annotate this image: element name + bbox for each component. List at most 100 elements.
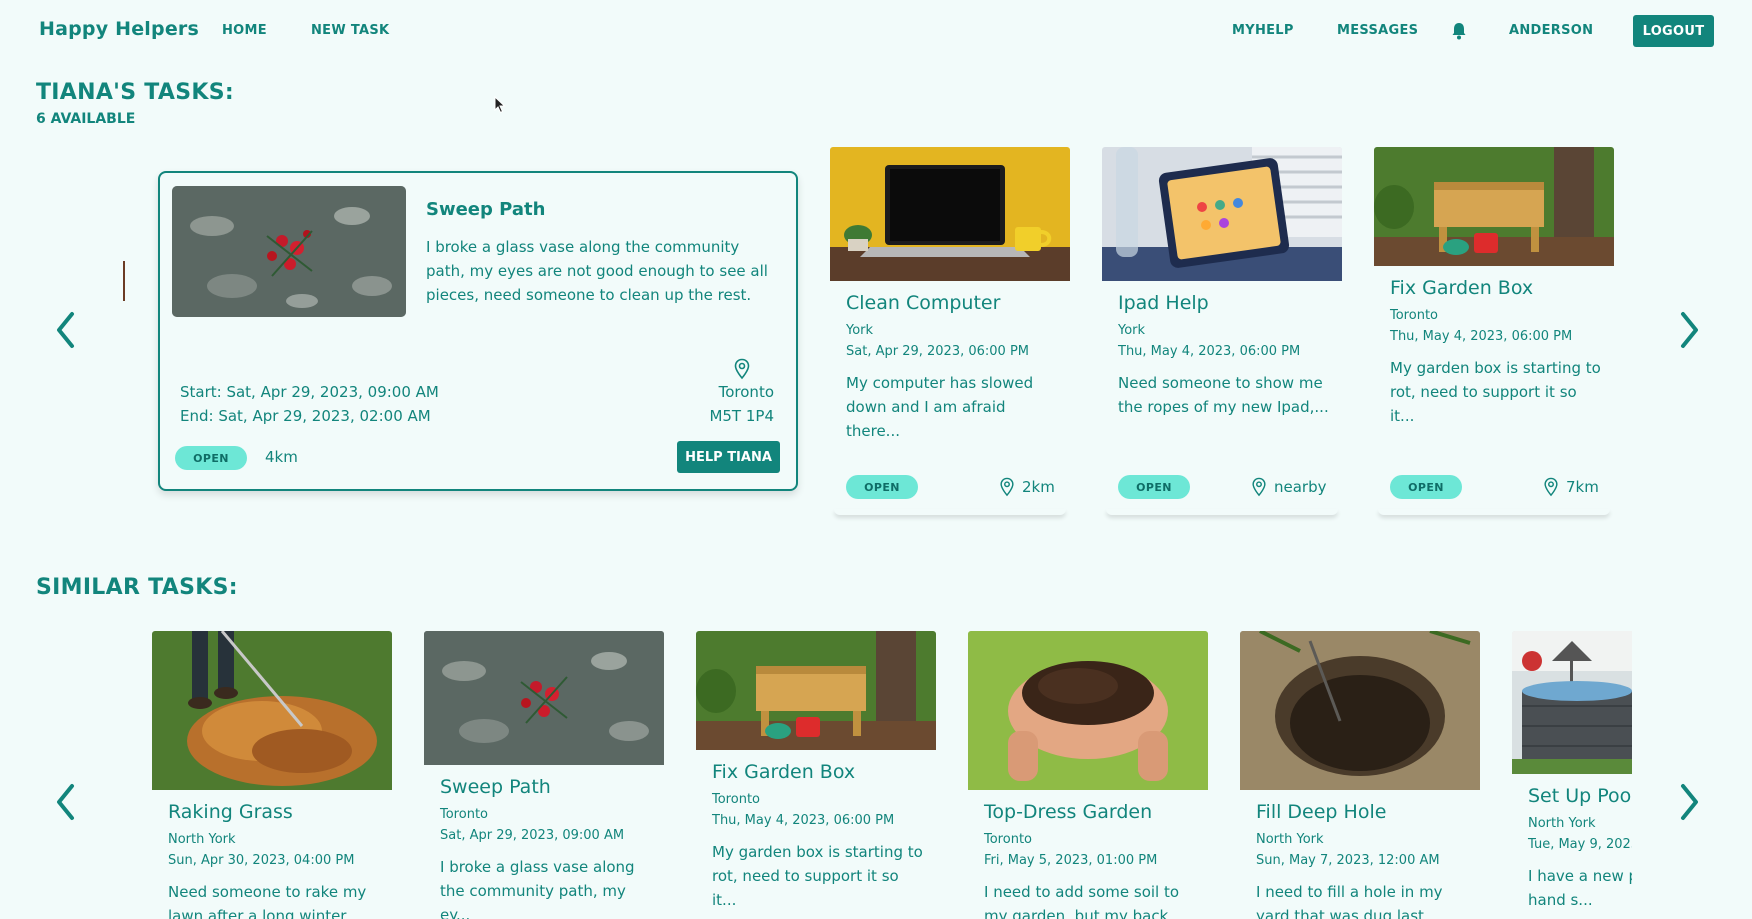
status-badge: OPEN <box>846 475 918 499</box>
task-card-distance: 2km <box>998 477 1055 497</box>
chevron-right-icon <box>1681 312 1698 348</box>
task-card-fix-garden-box[interactable]: Fix Garden Box Toronto Thu, May 4, 2023,… <box>1374 147 1614 517</box>
task-card-city: Toronto <box>712 792 760 807</box>
similar-card-fill-deep-hole[interactable]: Fill Deep Hole North York Sun, May 7, 20… <box>1240 631 1480 919</box>
task-card-description: My computer has slowed down and I am afr… <box>846 374 1034 440</box>
status-badge: OPEN <box>175 446 247 470</box>
task-card-title[interactable]: Sweep Path <box>440 776 551 798</box>
task-card-date: Thu, May 4, 2023, 06:00 PM <box>712 813 895 828</box>
nav-home[interactable]: HOME <box>222 23 267 38</box>
task-card-description: Need someone to show me the ropes of my … <box>1118 374 1329 416</box>
task-card-description: I broke a glass vase along the community… <box>440 858 635 919</box>
task-card-date: Sat, Apr 29, 2023, 06:00 PM <box>846 344 1030 359</box>
task-card-image <box>830 147 1070 281</box>
task-card-city: North York <box>1528 816 1596 831</box>
task-card-description: Need someone to rake my lawn after a lon… <box>168 883 367 919</box>
task-card-city: Toronto <box>984 832 1032 847</box>
similar-card-sweep-path[interactable]: Sweep Path Toronto Sat, Apr 29, 2023, 09… <box>424 631 664 919</box>
task-card-city: North York <box>1256 832 1324 847</box>
task-card-title[interactable]: Fill Deep Hole <box>1256 801 1386 823</box>
featured-task-end: End: Sat, Apr 29, 2023, 02:00 AM <box>180 407 431 425</box>
task-card-image <box>696 631 936 750</box>
task-card-date: Thu, May 4, 2023, 06:00 PM <box>1390 329 1573 344</box>
tasks-prev-arrow[interactable] <box>51 308 81 352</box>
task-card-image <box>1102 147 1342 281</box>
task-card-image <box>1374 147 1614 266</box>
featured-task-start: Start: Sat, Apr 29, 2023, 09:00 AM <box>180 383 439 401</box>
featured-task-title[interactable]: Sweep Path <box>426 199 545 220</box>
similar-next-arrow[interactable] <box>1674 780 1704 824</box>
task-card-title[interactable]: Fix Garden Box <box>1390 277 1533 299</box>
task-card-title[interactable]: Raking Grass <box>168 801 293 823</box>
task-card-distance: 7km <box>1542 477 1599 497</box>
similar-card-raking-grass[interactable]: Raking Grass North York Sun, Apr 30, 202… <box>152 631 392 919</box>
status-badge: OPEN <box>1118 475 1190 499</box>
task-card-title[interactable]: Set Up Pool <box>1528 785 1632 807</box>
distance-label: nearby <box>1274 478 1327 496</box>
similar-card-fix-garden-box[interactable]: Fix Garden Box Toronto Thu, May 4, 2023,… <box>696 631 936 919</box>
partial-card-sliver <box>123 261 125 301</box>
distance-label: 2km <box>1022 478 1055 496</box>
card-shadow <box>1106 509 1338 515</box>
brand-logo[interactable]: Happy Helpers <box>39 18 199 40</box>
task-card-image <box>1240 631 1480 790</box>
chevron-left-icon <box>57 312 74 348</box>
tasks-title: TIANA'S TASKS: <box>36 80 234 105</box>
featured-task-image <box>172 186 406 317</box>
featured-task-city: Toronto <box>718 383 774 401</box>
featured-task-distance: 4km <box>265 448 298 466</box>
chevron-right-icon <box>1681 784 1698 820</box>
task-card-city: Toronto <box>1390 308 1438 323</box>
nav-messages[interactable]: MESSAGES <box>1337 23 1418 38</box>
task-card-title[interactable]: Ipad Help <box>1118 292 1209 314</box>
task-card-distance: nearby <box>1250 477 1327 497</box>
similar-card-clip: Set Up Pool North York Tue, May 9, 2023 … <box>1512 631 1632 919</box>
nav-new-task[interactable]: NEW TASK <box>311 23 389 38</box>
similar-title: SIMILAR TASKS: <box>36 575 238 600</box>
featured-task-postal: M5T 1P4 <box>709 407 774 425</box>
location-pin-icon <box>734 358 750 380</box>
tasks-count: 6 AVAILABLE <box>36 111 136 127</box>
task-card-title[interactable]: Clean Computer <box>846 292 1000 314</box>
bell-icon[interactable] <box>1451 22 1467 40</box>
similar-card-top-dress-garden[interactable]: Top-Dress Garden Toronto Fri, May 5, 202… <box>968 631 1208 919</box>
logout-button[interactable]: LOGOUT <box>1633 15 1714 47</box>
tasks-next-arrow[interactable] <box>1674 308 1704 352</box>
status-badge: OPEN <box>1390 475 1462 499</box>
task-card-description: I need to fill a hole in my yard that wa… <box>1256 883 1443 919</box>
task-card-image <box>968 631 1208 790</box>
featured-task-card[interactable]: Sweep Path I broke a glass vase along th… <box>158 171 798 491</box>
location-pin-icon <box>1252 477 1266 497</box>
task-card-image <box>152 631 392 790</box>
top-nav: Happy Helpers HOME NEW TASK MYHELP MESSA… <box>0 0 1752 62</box>
help-tiana-button[interactable]: HELP TIANA <box>677 441 780 473</box>
task-card-title[interactable]: Top-Dress Garden <box>984 801 1152 823</box>
task-card-date: Sun, May 7, 2023, 12:00 AM <box>1256 853 1440 868</box>
location-pin-icon <box>1544 477 1558 497</box>
task-card-date: Thu, May 4, 2023, 06:00 PM <box>1118 344 1301 359</box>
card-shadow <box>834 509 1066 515</box>
task-card-title[interactable]: Fix Garden Box <box>712 761 855 783</box>
task-card-description: My garden box is starting to rot, need t… <box>1390 359 1601 425</box>
task-card-date: Sun, Apr 30, 2023, 04:00 PM <box>168 853 355 868</box>
similar-card-set-up-pool[interactable]: Set Up Pool North York Tue, May 9, 2023 … <box>1512 631 1632 919</box>
task-card-clean-computer[interactable]: Clean Computer York Sat, Apr 29, 2023, 0… <box>830 147 1070 517</box>
task-card-date: Sat, Apr 29, 2023, 09:00 AM <box>440 828 625 843</box>
distance-label: 7km <box>1566 478 1599 496</box>
task-card-city: Toronto <box>440 807 488 822</box>
mouse-cursor-icon <box>494 96 506 114</box>
location-pin-icon <box>1000 477 1014 497</box>
similar-prev-arrow[interactable] <box>51 780 81 824</box>
task-card-description: I need to add some soil to my garden, bu… <box>984 883 1180 919</box>
task-card-ipad-help[interactable]: Ipad Help York Thu, May 4, 2023, 06:00 P… <box>1102 147 1342 517</box>
task-card-date: Fri, May 5, 2023, 01:00 PM <box>984 853 1158 868</box>
task-card-city: York <box>1118 323 1146 338</box>
nav-user[interactable]: ANDERSON <box>1509 23 1593 38</box>
task-card-description: I have a new pool, I need a hand s... <box>1528 867 1632 909</box>
chevron-left-icon <box>57 784 74 820</box>
task-card-image <box>424 631 664 765</box>
task-card-city: York <box>846 323 874 338</box>
nav-myhelp[interactable]: MYHELP <box>1232 23 1294 38</box>
featured-task-description: I broke a glass vase along the community… <box>426 238 768 304</box>
task-card-image <box>1512 631 1632 774</box>
